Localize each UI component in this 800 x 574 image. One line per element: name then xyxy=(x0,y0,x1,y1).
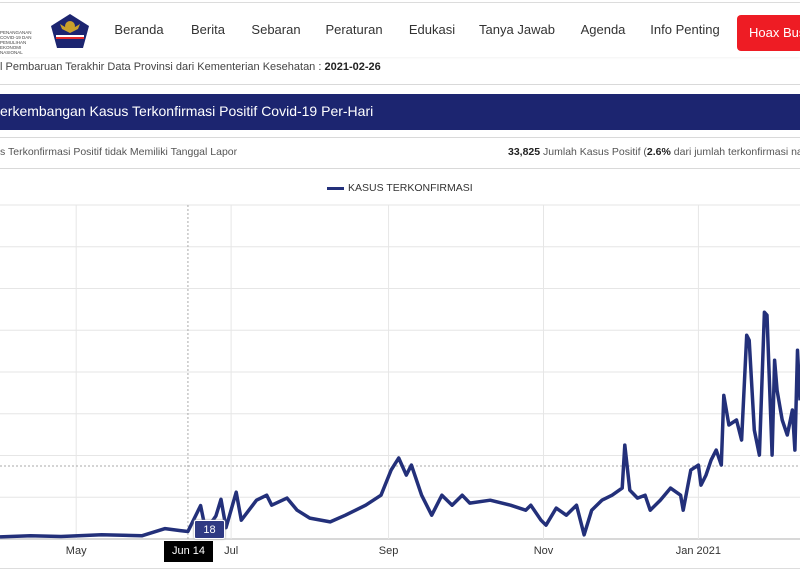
divider xyxy=(0,84,800,85)
value-tooltip: 18 xyxy=(194,520,225,539)
summary-text: Jumlah Kasus Positif ( xyxy=(540,146,647,158)
x-tick-label: Nov xyxy=(534,545,554,557)
nav-peraturan[interactable]: Peraturan xyxy=(325,22,382,37)
section-title: erkembangan Kasus Terkonfirmasi Positif … xyxy=(0,103,374,119)
navbar: PENANGANAN COVID-19 DAN PEMULIHAN EKONOM… xyxy=(0,3,800,57)
daily-cases-chart[interactable]: May Jul Sep Nov Jan 2021 xyxy=(0,200,800,570)
nav-edukasi[interactable]: Edukasi xyxy=(409,22,455,37)
garuda-logo-icon[interactable] xyxy=(50,13,90,49)
nav-agenda[interactable]: Agenda xyxy=(581,22,626,37)
legend-label: KASUS TERKONFIRMASI xyxy=(348,182,473,194)
divider xyxy=(0,168,800,169)
x-tick-label: Jan 2021 xyxy=(676,545,721,557)
divider xyxy=(0,568,800,569)
nav-beranda[interactable]: Beranda xyxy=(114,22,163,37)
hoax-buster-button[interactable]: Hoax Buster xyxy=(737,15,800,51)
logo-text[interactable]: PENANGANAN COVID-19 DAN PEMULIHAN EKONOM… xyxy=(0,30,42,55)
legend-swatch xyxy=(327,186,344,190)
nav-tanya-jawab[interactable]: Tanya Jawab xyxy=(479,22,555,37)
nav-info-penting[interactable]: Info Penting xyxy=(650,22,719,37)
update-label: l Pembaruan Terakhir Data Provinsi dari … xyxy=(0,61,325,73)
summary-text: dari jumlah terkonfirmasi na xyxy=(670,146,800,158)
positive-summary: 33,825 Jumlah Kasus Positif (2.6% dari j… xyxy=(508,146,800,158)
x-tick-label: Jul xyxy=(224,545,238,557)
date-tooltip: Jun 14 xyxy=(164,541,213,562)
grid xyxy=(0,204,800,540)
series-line xyxy=(0,310,800,539)
nav-berita[interactable]: Berita xyxy=(191,22,225,37)
x-tick-label: May xyxy=(66,545,87,557)
count: 33,825 xyxy=(508,146,541,158)
last-update: l Pembaruan Terakhir Data Provinsi dari … xyxy=(0,61,381,73)
nav-sebaran[interactable]: Sebaran xyxy=(251,22,300,37)
percent: 2.6% xyxy=(646,146,671,158)
chart-legend[interactable]: KASUS TERKONFIRMASI xyxy=(327,182,473,194)
x-tick-label: Sep xyxy=(379,545,399,557)
logo-line: EKONOMI NASIONAL xyxy=(0,45,23,55)
section-title-banner: erkembangan Kasus Terkonfirmasi Positif … xyxy=(0,94,800,130)
update-date: 2021-02-26 xyxy=(324,61,381,73)
logo-line: COVID-19 DAN PEMULIHAN xyxy=(0,35,32,45)
divider xyxy=(0,137,800,138)
no-date-info: s Terkonfirmasi Positif tidak Memiliki T… xyxy=(0,146,238,158)
